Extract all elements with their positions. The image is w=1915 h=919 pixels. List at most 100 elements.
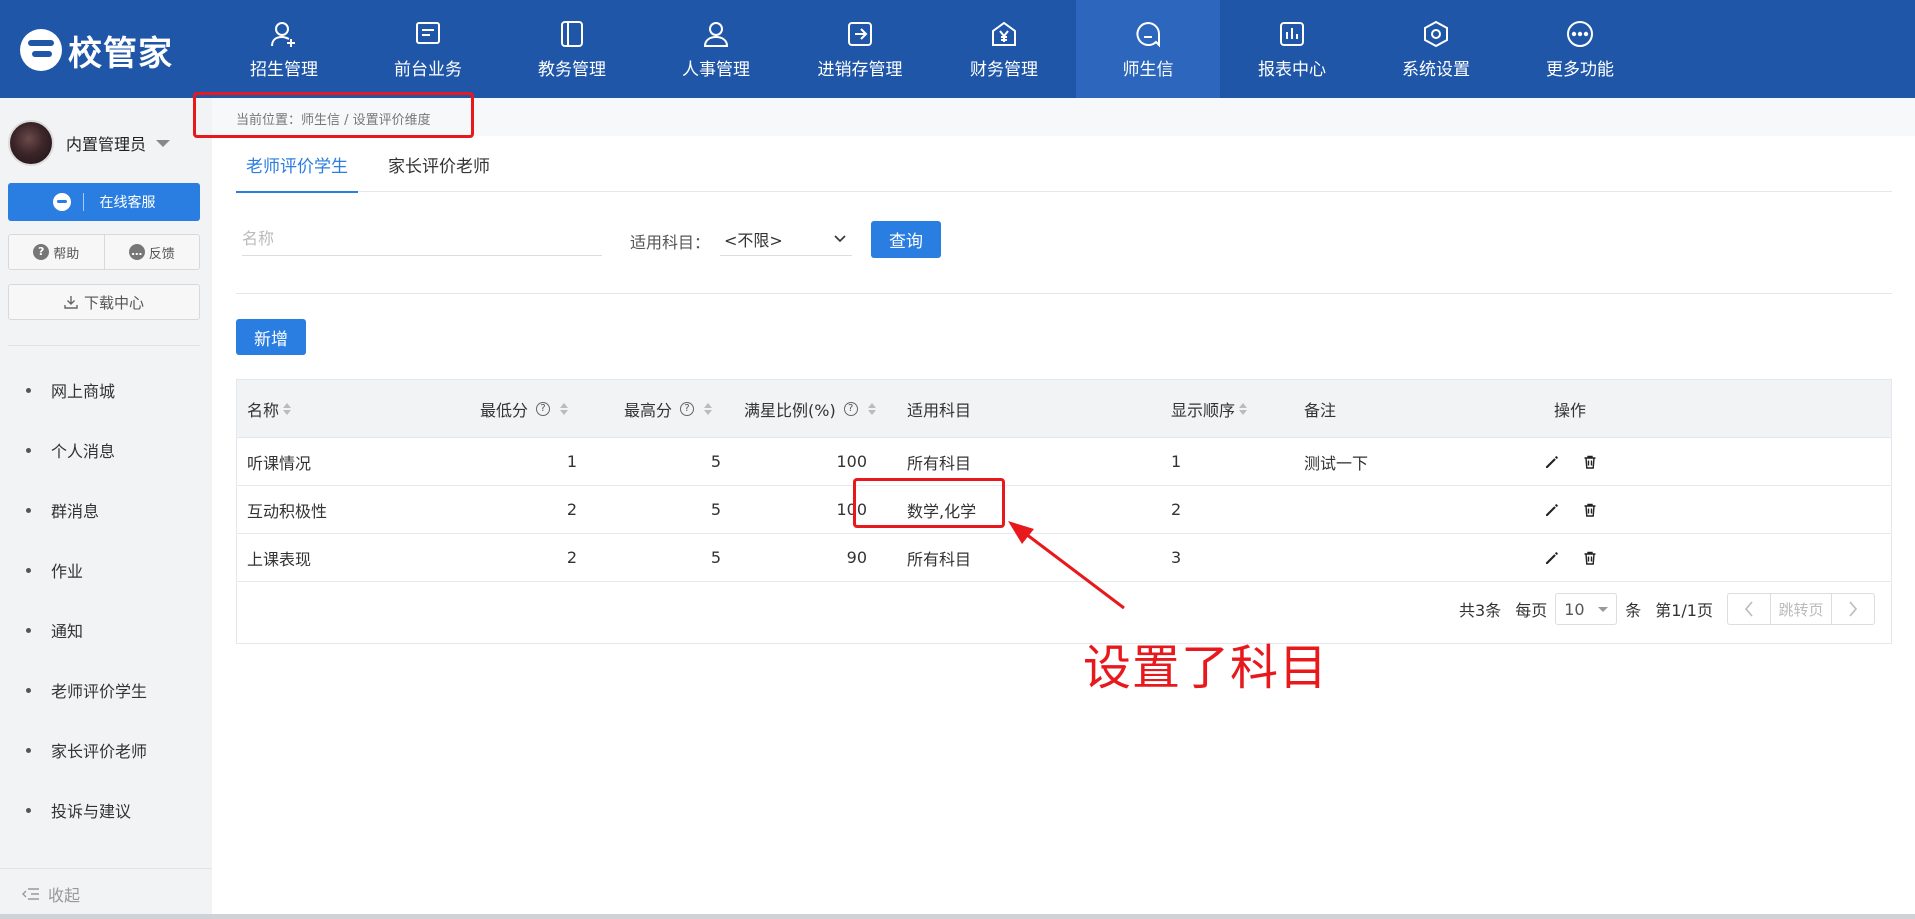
trash-icon bbox=[1584, 551, 1596, 565]
help-button[interactable]: ? 帮助 bbox=[9, 235, 104, 269]
download-center-button[interactable]: 下载中心 bbox=[8, 284, 200, 320]
nav-item-messages[interactable]: 师生信 bbox=[1076, 0, 1220, 98]
prev-page-button[interactable] bbox=[1728, 594, 1770, 624]
column-header-name[interactable]: 名称 bbox=[247, 380, 292, 437]
help-circle-icon[interactable]: ? bbox=[843, 401, 858, 416]
sort-icon bbox=[704, 402, 713, 415]
cell-display-order: 1 bbox=[1171, 452, 1182, 471]
nav-item-hr[interactable]: 人事管理 bbox=[644, 0, 788, 98]
app-logo[interactable]: 校管家 bbox=[20, 26, 173, 74]
table-row: 上课表现 2 5 90 所有科目 3 bbox=[237, 534, 1891, 582]
chevron-right-icon bbox=[1849, 601, 1858, 617]
user-name: 内置管理员 bbox=[66, 135, 147, 154]
user-plus-icon bbox=[269, 19, 299, 49]
cell-min-score: 2 bbox=[566, 548, 577, 567]
tab-bar: 老师评价学生 家长评价老师 bbox=[236, 136, 1892, 193]
nav-item-enrollment[interactable]: 招生管理 bbox=[212, 0, 356, 98]
message-box-icon bbox=[413, 19, 443, 49]
column-header-full-star-ratio[interactable]: 满星比例(%) ? bbox=[744, 380, 876, 437]
annotation-text: 设置了科目 bbox=[1083, 640, 1329, 696]
edit-button[interactable] bbox=[1544, 486, 1560, 533]
nav-label: 招生管理 bbox=[250, 59, 318, 80]
collapse-sidebar-button[interactable]: 收起 bbox=[0, 868, 212, 919]
divider bbox=[82, 193, 84, 211]
sidebar-item-online-mall[interactable]: 网上商城 bbox=[0, 360, 212, 420]
edit-button[interactable] bbox=[1544, 438, 1560, 485]
trash-icon bbox=[1584, 455, 1596, 469]
delete-button[interactable] bbox=[1582, 438, 1598, 485]
user-menu[interactable]: 内置管理员 bbox=[8, 118, 171, 168]
subject-filter-label: 适用科目： bbox=[630, 233, 711, 252]
logo-text: 校管家 bbox=[68, 33, 173, 74]
nav-item-front-desk[interactable]: 前台业务 bbox=[356, 0, 500, 98]
divider bbox=[236, 293, 1892, 294]
sidebar: 内置管理员 在线客服 ? 帮助 … 反馈 下载中心 网上商城 个人消息 群消息 … bbox=[0, 98, 212, 919]
header-label: 适用科目 bbox=[907, 400, 972, 420]
nav-item-reports[interactable]: 报表中心 bbox=[1220, 0, 1364, 98]
cell-name: 互动积极性 bbox=[247, 501, 328, 521]
main-nav: 招生管理 前台业务 教务管理 人事管理 进销存管理 财务管理 师生信 报表中心 … bbox=[212, 0, 1652, 98]
jump-page-input[interactable]: 跳转页 bbox=[1770, 594, 1832, 624]
sidebar-item-group-messages[interactable]: 群消息 bbox=[0, 480, 212, 540]
nav-label: 人事管理 bbox=[682, 59, 750, 80]
tab-teacher-evaluates-student[interactable]: 老师评价学生 bbox=[236, 136, 358, 193]
evaluation-dimension-table: 名称 最低分 ? 最高分 ? 满星比例(%) ? 适用科目 显示顺序 备注 操作… bbox=[236, 379, 1892, 644]
query-button[interactable]: 查询 bbox=[871, 221, 941, 258]
next-page-button[interactable] bbox=[1832, 594, 1874, 624]
per-page-label: 每页 bbox=[1515, 601, 1548, 620]
nav-item-settings[interactable]: 系统设置 bbox=[1364, 0, 1508, 98]
column-header-min-score[interactable]: 最低分 ? bbox=[480, 380, 569, 437]
add-button[interactable]: 新增 bbox=[236, 319, 306, 355]
pagination: 共3条 每页 10 条 第1/1页 跳转页 bbox=[1445, 592, 1875, 626]
bullet-icon bbox=[26, 747, 31, 753]
sidebar-item-complaints[interactable]: 投诉与建议 bbox=[0, 780, 212, 840]
pencil-icon bbox=[1546, 503, 1558, 516]
delete-button[interactable] bbox=[1582, 534, 1598, 581]
page-size-select[interactable]: 10 bbox=[1555, 593, 1618, 625]
highlight-box-subject-cell bbox=[853, 478, 1005, 528]
sidebar-item-label: 通知 bbox=[51, 622, 84, 641]
nav-label: 系统设置 bbox=[1402, 59, 1470, 80]
tab-parent-evaluates-teacher[interactable]: 家长评价老师 bbox=[378, 136, 500, 192]
help-circle-icon[interactable]: ? bbox=[680, 401, 695, 416]
cell-max-score: 5 bbox=[710, 500, 721, 519]
cell-display-order: 2 bbox=[1171, 500, 1182, 519]
cell-display-order: 3 bbox=[1171, 548, 1182, 567]
bar-chart-icon bbox=[1277, 19, 1307, 49]
sidebar-item-teacher-evaluates-student[interactable]: 老师评价学生 bbox=[0, 660, 212, 720]
header-label: 满星比例(%) bbox=[744, 400, 836, 420]
nav-item-inventory[interactable]: 进销存管理 bbox=[788, 0, 932, 98]
nav-item-academic[interactable]: 教务管理 bbox=[500, 0, 644, 98]
chevron-down-icon bbox=[834, 234, 846, 242]
table-row: 听课情况 1 5 100 所有科目 1 测试一下 bbox=[237, 438, 1891, 486]
sidebar-item-personal-messages[interactable]: 个人消息 bbox=[0, 420, 212, 480]
sidebar-item-notice[interactable]: 通知 bbox=[0, 600, 212, 660]
avatar bbox=[8, 120, 54, 166]
header-label: 最高分 bbox=[624, 400, 673, 420]
pencil-icon bbox=[1546, 455, 1558, 468]
sidebar-item-parent-evaluates-teacher[interactable]: 家长评价老师 bbox=[0, 720, 212, 780]
pencil-icon bbox=[1546, 551, 1558, 564]
chat-bubble-icon bbox=[1133, 19, 1163, 49]
edit-button[interactable] bbox=[1544, 534, 1560, 581]
delete-button[interactable] bbox=[1582, 486, 1598, 533]
service-label: 在线客服 bbox=[99, 195, 156, 211]
name-search-input[interactable] bbox=[242, 222, 602, 256]
feedback-button[interactable]: … 反馈 bbox=[103, 235, 200, 269]
sidebar-item-homework[interactable]: 作业 bbox=[0, 540, 212, 600]
help-circle-icon[interactable]: ? bbox=[536, 401, 551, 416]
nav-label: 师生信 bbox=[1122, 59, 1174, 80]
header-label: 操作 bbox=[1554, 400, 1587, 420]
nav-item-more[interactable]: 更多功能 bbox=[1508, 0, 1652, 98]
sort-icon bbox=[560, 402, 569, 415]
bullet-icon bbox=[26, 387, 31, 393]
nav-label: 前台业务 bbox=[394, 59, 462, 80]
nav-item-finance[interactable]: 财务管理 bbox=[932, 0, 1076, 98]
online-service-button[interactable]: 在线客服 bbox=[8, 183, 200, 221]
column-header-max-score[interactable]: 最高分 ? bbox=[624, 380, 713, 437]
subject-select[interactable]: <不限> bbox=[720, 222, 852, 256]
sidebar-item-label: 作业 bbox=[51, 562, 84, 581]
cell-note: 测试一下 bbox=[1304, 453, 1369, 473]
column-header-display-order[interactable]: 显示顺序 bbox=[1171, 380, 1248, 437]
collapse-label: 收起 bbox=[48, 886, 81, 905]
